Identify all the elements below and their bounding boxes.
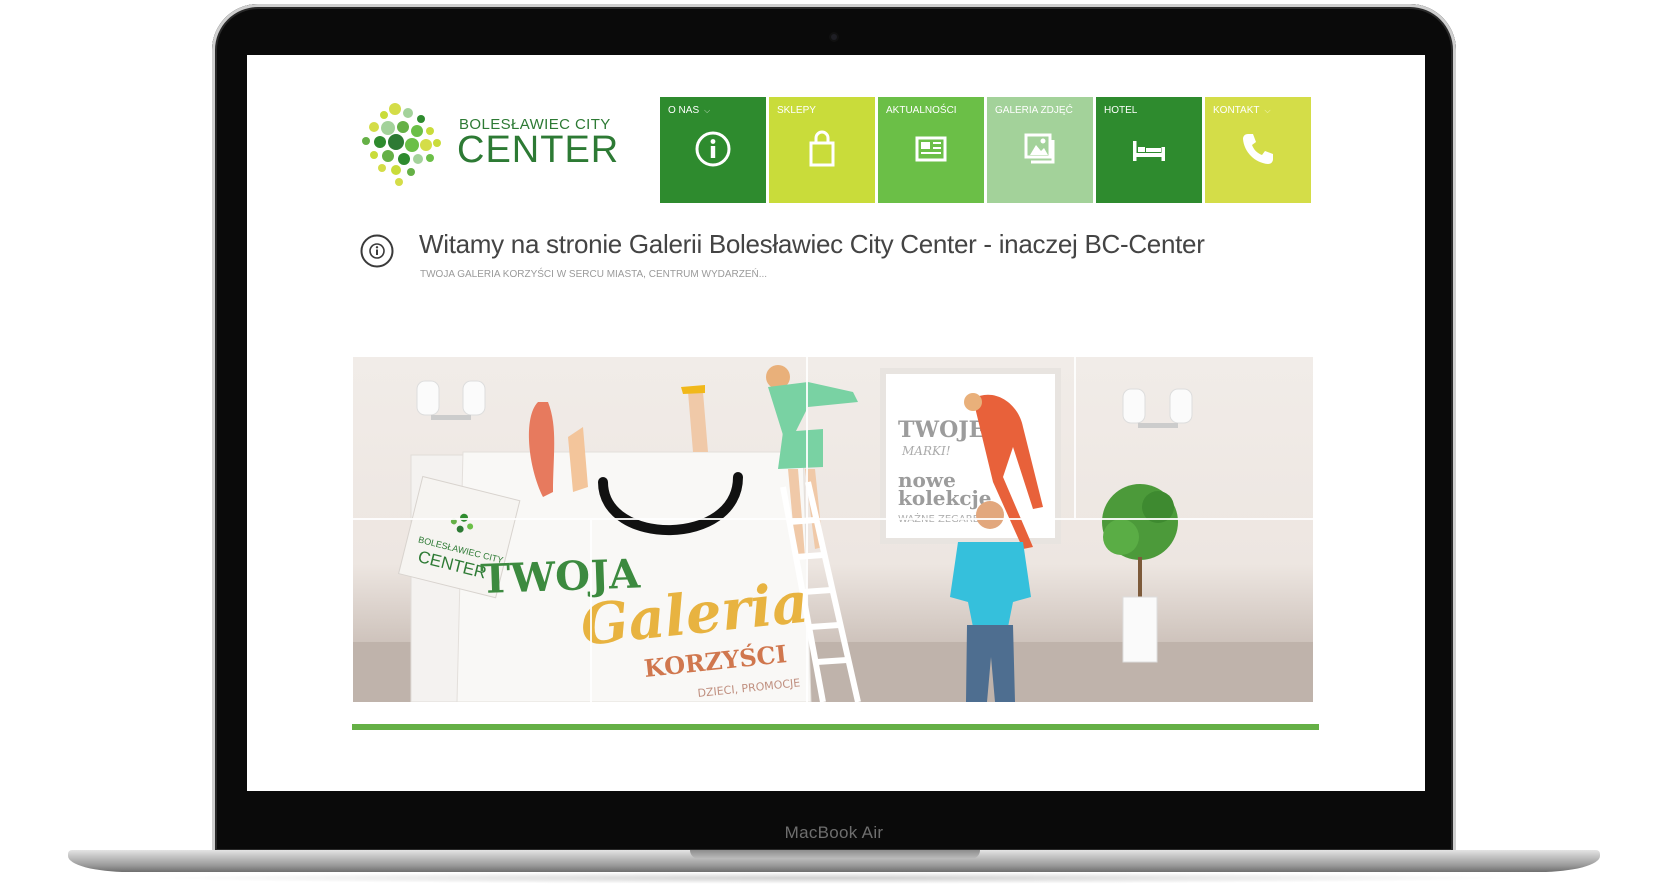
hero-banner[interactable]: TWOJE MARKI! nowe kolekcje WAŻNE ZEGARE	[353, 357, 1313, 702]
chevron-down-icon: ⌵	[704, 106, 711, 115]
page-title: Witamy na stronie Galerii Bolesławiec Ci…	[419, 229, 1205, 259]
website-screen: BOLESŁAWIEC CITY CENTER O NAS ⌵ SKLEPY AK…	[247, 55, 1425, 791]
potted-plant	[1102, 484, 1178, 663]
poster-text: TWOJE	[898, 417, 985, 443]
laptop-shadow	[140, 872, 1528, 884]
nav-tile-kontakt[interactable]: KONTAKT ⌵	[1205, 97, 1311, 203]
nav-tile-label: SKLEPY	[777, 105, 816, 116]
newspaper-icon	[915, 136, 947, 162]
page-subtitle: TWOJA GALERIA KORZYŚCI W SERCU MIASTA, C…	[420, 269, 768, 280]
webcam	[831, 34, 837, 40]
nav-tile-label: O NAS ⌵	[668, 105, 711, 116]
laptop-base-notch	[690, 850, 980, 859]
logo-dots-icon	[362, 103, 441, 186]
main-nav: O NAS ⌵ SKLEPY AKTUALNOŚCI GALERIA ZDJĘĆ…	[660, 97, 1311, 203]
nav-tile-hotel[interactable]: HOTEL	[1096, 97, 1202, 203]
poster-text: kolekcje	[898, 486, 992, 510]
wall-lamp-left	[416, 380, 486, 420]
device-label: MacBook Air	[784, 823, 884, 842]
green-divider	[352, 724, 1319, 730]
chevron-down-icon: ⌵	[1264, 106, 1271, 115]
shopping-bag-icon	[809, 130, 835, 167]
site-logo[interactable]: BOLESŁAWIEC CITY CENTER	[355, 97, 618, 197]
wall-lamp-right	[1122, 388, 1193, 428]
nav-tile-sklepy[interactable]: SKLEPY	[769, 97, 875, 203]
info-circle-icon	[360, 234, 394, 268]
hero-banner-illustration: TWOJE MARKI! nowe kolekcje WAŻNE ZEGARE	[353, 357, 1313, 702]
nav-tile-galeria-zdjec[interactable]: GALERIA ZDJĘĆ	[987, 97, 1093, 203]
info-icon	[695, 131, 731, 167]
nav-tile-label: GALERIA ZDJĘĆ	[995, 105, 1073, 116]
nav-tile-aktualnosci[interactable]: AKTUALNOŚCI	[878, 97, 984, 203]
phone-icon	[1243, 134, 1273, 164]
photo-gallery-icon	[1024, 133, 1055, 164]
nav-tile-label: KONTAKT ⌵	[1213, 105, 1271, 116]
nav-tile-o-nas[interactable]: O NAS ⌵	[660, 97, 766, 203]
nav-tile-label: AKTUALNOŚCI	[886, 105, 957, 116]
poster-text: MARKI!	[901, 444, 951, 458]
bed-icon	[1133, 141, 1165, 161]
logo-text-bottom: CENTER	[457, 129, 620, 171]
nav-tile-label: HOTEL	[1104, 105, 1138, 116]
